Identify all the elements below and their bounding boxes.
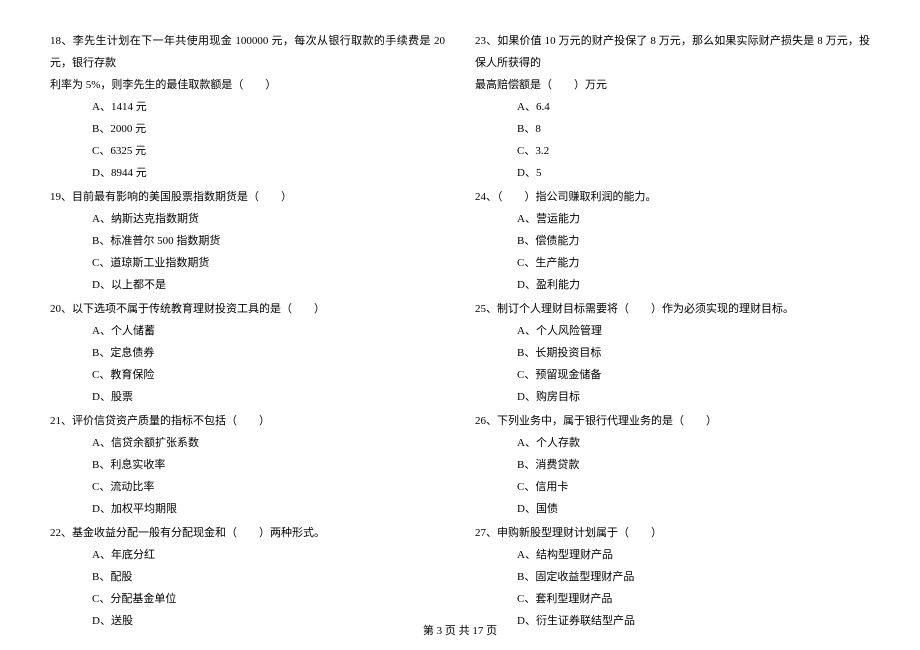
q22-option-a: A、年底分红 [50, 544, 445, 566]
q21-option-b: B、利息实收率 [50, 454, 445, 476]
q22-text: 22、基金收益分配一般有分配现金和（ ）两种形式。 [50, 522, 445, 544]
q26-option-c: C、信用卡 [475, 476, 870, 498]
q25-option-b: B、长期投资目标 [475, 342, 870, 364]
q25-option-c: C、预留现金储备 [475, 364, 870, 386]
q24-text: 24、（ ）指公司赚取利润的能力。 [475, 186, 870, 208]
q26-text: 26、下列业务中，属于银行代理业务的是（ ） [475, 410, 870, 432]
q18-option-c: C、6325 元 [50, 140, 445, 162]
q19-option-d: D、以上都不是 [50, 274, 445, 296]
q25-option-d: D、购房目标 [475, 386, 870, 408]
q24-option-a: A、营运能力 [475, 208, 870, 230]
q27-option-b: B、固定收益型理财产品 [475, 566, 870, 588]
q21-option-a: A、信贷余额扩张系数 [50, 432, 445, 454]
q20-option-d: D、股票 [50, 386, 445, 408]
q18-option-b: B、2000 元 [50, 118, 445, 140]
q27-option-c: C、套利型理财产品 [475, 588, 870, 610]
q26-option-b: B、消费贷款 [475, 454, 870, 476]
q23-line1: 23、如果价值 10 万元的财产投保了 8 万元，那么如果实际财产损失是 8 万… [475, 30, 870, 74]
q26-option-a: A、个人存款 [475, 432, 870, 454]
q23-option-d: D、5 [475, 162, 870, 184]
q24-option-d: D、盈利能力 [475, 274, 870, 296]
q18-option-d: D、8944 元 [50, 162, 445, 184]
q21-option-d: D、加权平均期限 [50, 498, 445, 520]
q22-option-c: C、分配基金单位 [50, 588, 445, 610]
page-footer: 第 3 页 共 17 页 [0, 622, 920, 638]
q20-option-b: B、定息债券 [50, 342, 445, 364]
q25-text: 25、制订个人理财目标需要将（ ）作为必须实现的理财目标。 [475, 298, 870, 320]
q23-option-a: A、6.4 [475, 96, 870, 118]
q27-text: 27、申购新股型理财计划属于（ ） [475, 522, 870, 544]
q19-option-a: A、纳斯达克指数期货 [50, 208, 445, 230]
q19-option-b: B、标准普尔 500 指数期货 [50, 230, 445, 252]
q20-text: 20、以下选项不属于传统教育理财投资工具的是（ ） [50, 298, 445, 320]
q19-option-c: C、道琼斯工业指数期货 [50, 252, 445, 274]
q26-option-d: D、国债 [475, 498, 870, 520]
q23-option-b: B、8 [475, 118, 870, 140]
q21-text: 21、评价信贷资产质量的指标不包括（ ） [50, 410, 445, 432]
q20-option-c: C、教育保险 [50, 364, 445, 386]
q27-option-a: A、结构型理财产品 [475, 544, 870, 566]
q23-option-c: C、3.2 [475, 140, 870, 162]
q25-option-a: A、个人风险管理 [475, 320, 870, 342]
q19-text: 19、目前最有影响的美国股票指数期货是（ ） [50, 186, 445, 208]
q18-option-a: A、1414 元 [50, 96, 445, 118]
q21-option-c: C、流动比率 [50, 476, 445, 498]
q24-option-b: B、偿债能力 [475, 230, 870, 252]
q22-option-b: B、配股 [50, 566, 445, 588]
q18-line2: 利率为 5%，则李先生的最佳取款额是（ ） [50, 74, 445, 96]
q20-option-a: A、个人储蓄 [50, 320, 445, 342]
q18-line1: 18、李先生计划在下一年共使用现金 100000 元，每次从银行取款的手续费是 … [50, 30, 445, 74]
q24-option-c: C、生产能力 [475, 252, 870, 274]
q23-line2: 最高赔偿额是（ ）万元 [475, 74, 870, 96]
